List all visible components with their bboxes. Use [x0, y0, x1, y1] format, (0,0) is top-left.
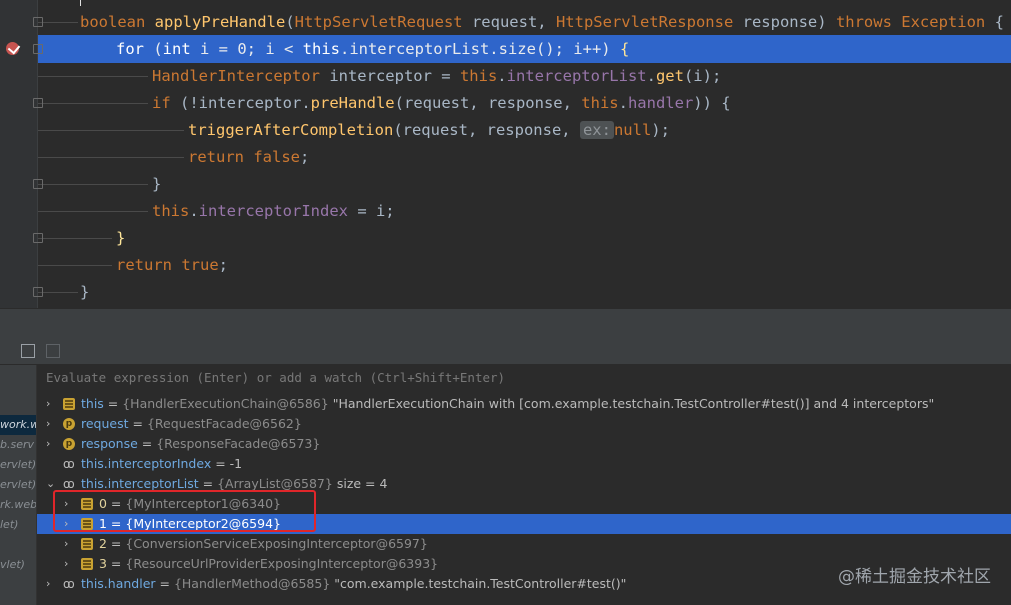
indent-guide: [38, 157, 184, 158]
field-icon: [81, 538, 93, 550]
expand-arrow-icon[interactable]: ›: [46, 434, 50, 454]
variable-ref: {ResourceUrlProviderExposingInterceptor@…: [125, 556, 439, 571]
variable-text: response = {ResponseFacade@6573}: [81, 436, 321, 451]
variable-name: 3: [99, 556, 107, 571]
frames-panel[interactable]: work.w b.serv ervlet) ervlet) rk.web let) vlet…: [0, 365, 36, 605]
variable-name: response: [81, 436, 138, 451]
fold-marker-icon[interactable]: [33, 179, 43, 189]
variable-row[interactable]: › 2 = {ConversionServiceExposingIntercept…: [37, 534, 1011, 554]
expand-arrow-icon[interactable]: ›: [46, 414, 50, 434]
code-line-5[interactable]: triggerAfterCompletion(request, response…: [188, 117, 670, 144]
stack-frame[interactable]: vlet): [0, 555, 36, 575]
variable-name: this.handler: [81, 576, 156, 591]
variable-value: size = 4: [336, 476, 388, 491]
indent-guide: [38, 211, 148, 212]
variable-text: this = {HandlerExecutionChain@6586} "Han…: [81, 396, 935, 411]
table-view-icon[interactable]: [21, 344, 35, 358]
variable-ref: {RequestFacade@6562}: [146, 416, 302, 431]
expand-arrow-icon[interactable]: ›: [64, 554, 68, 574]
variable-row[interactable]: › p response = {ResponseFacade@6573}: [37, 434, 1011, 454]
code-line-4[interactable]: if (!interceptor.preHandle(request, resp…: [152, 90, 731, 117]
field-icon: [81, 558, 93, 570]
indent-guide: [38, 265, 112, 266]
code-line-1[interactable]: boolean applyPreHandle(HttpServletReques…: [80, 9, 1004, 36]
text-caret: [80, 0, 81, 6]
indent-guide: [38, 238, 112, 239]
variable-text: 2 = {ConversionServiceExposingIntercepto…: [99, 536, 428, 551]
watermark: @稀土掘金技术社区: [838, 567, 991, 587]
variable-ref: {ResponseFacade@6573}: [156, 436, 321, 451]
variable-value: "com.example.testchain.TestController#te…: [334, 576, 627, 591]
code-line-8[interactable]: this.interceptorIndex = i;: [152, 198, 395, 225]
parameter-icon: p: [63, 418, 75, 430]
indent-guide: [38, 76, 148, 77]
field-icon: [63, 398, 75, 410]
indent-guide: [38, 184, 148, 185]
code-line-6[interactable]: return false;: [188, 144, 309, 171]
stack-frame[interactable]: let): [0, 515, 36, 535]
variable-value: -1: [229, 456, 243, 471]
indent-guide: [38, 103, 148, 104]
fold-marker-icon[interactable]: [33, 98, 43, 108]
variable-name: this.interceptorList: [81, 476, 199, 491]
watch-icon: oo: [63, 477, 75, 491]
expand-arrow-icon[interactable]: ›: [46, 394, 50, 414]
code-line-11[interactable]: }: [80, 279, 89, 306]
code-line-10[interactable]: return true;: [116, 252, 228, 279]
stack-frame[interactable]: b.serv: [0, 435, 36, 455]
stack-frame[interactable]: [0, 595, 36, 605]
indent-guide: [38, 292, 78, 293]
variable-name: request: [81, 416, 129, 431]
code-editor[interactable]: boolean applyPreHandle(HttpServletReques…: [0, 0, 1011, 308]
parameter-icon: p: [63, 438, 75, 450]
grid-view-icon[interactable]: [46, 344, 60, 358]
stack-frame[interactable]: [0, 575, 36, 595]
expand-arrow-icon[interactable]: ›: [64, 534, 68, 554]
fold-marker-icon[interactable]: [33, 233, 43, 243]
watch-expression-input[interactable]: Evaluate expression (Enter) or add a wat…: [37, 365, 1011, 391]
variable-text: this.interceptorIndex = -1: [81, 456, 243, 471]
variable-text: 3 = {ResourceUrlProviderExposingIntercep…: [99, 556, 439, 571]
debugger-toolbar: [0, 338, 1011, 365]
breakpoint-icon[interactable]: [6, 42, 19, 55]
variable-name: this: [81, 396, 104, 411]
fold-marker-icon[interactable]: [33, 17, 43, 27]
annotation-highlight-box: [53, 490, 316, 532]
watch-icon: oo: [63, 577, 75, 591]
stack-frame[interactable]: ervlet): [0, 475, 36, 495]
param-hint: ex:: [579, 121, 614, 139]
fold-marker-icon[interactable]: [33, 44, 43, 54]
stack-frame[interactable]: [0, 535, 36, 555]
variable-text: request = {RequestFacade@6562}: [81, 416, 302, 431]
variable-row[interactable]: › p request = {RequestFacade@6562}: [37, 414, 1011, 434]
watch-icon: oo: [63, 457, 75, 471]
indent-guide: [38, 130, 184, 131]
variable-text: this.handler = {HandlerMethod@6585} "com…: [81, 576, 627, 591]
variable-value: "HandlerExecutionChain with [com.example…: [332, 396, 935, 411]
variable-ref: {HandlerExecutionChain@6586}: [122, 396, 329, 411]
variable-ref: {HandlerMethod@6585}: [173, 576, 331, 591]
variable-row[interactable]: oo this.interceptorIndex = -1: [37, 454, 1011, 474]
variable-ref: {ArrayList@6587}: [217, 476, 333, 491]
code-line-7[interactable]: }: [152, 171, 161, 198]
stack-frame[interactable]: rk.web: [0, 495, 36, 515]
code-line-9[interactable]: }: [116, 225, 125, 252]
fold-marker-icon[interactable]: [33, 287, 43, 297]
variable-name: 2: [99, 536, 107, 551]
variable-ref: {ConversionServiceExposingInterceptor@65…: [125, 536, 428, 551]
stack-frame[interactable]: ervlet): [0, 455, 36, 475]
code-line-2[interactable]: for (int i = 0; i < this.interceptorList…: [116, 36, 629, 63]
stack-frame[interactable]: work.w: [0, 415, 36, 435]
debug-tool-window-header: [0, 308, 1011, 339]
indent-guide: [38, 22, 78, 23]
code-line-3[interactable]: HandlerInterceptor interceptor = this.in…: [152, 63, 721, 90]
variable-name: this.interceptorIndex: [81, 456, 212, 471]
variable-row[interactable]: › this = {HandlerExecutionChain@6586} "Ha…: [37, 394, 1011, 414]
expand-arrow-icon[interactable]: ›: [46, 574, 50, 594]
